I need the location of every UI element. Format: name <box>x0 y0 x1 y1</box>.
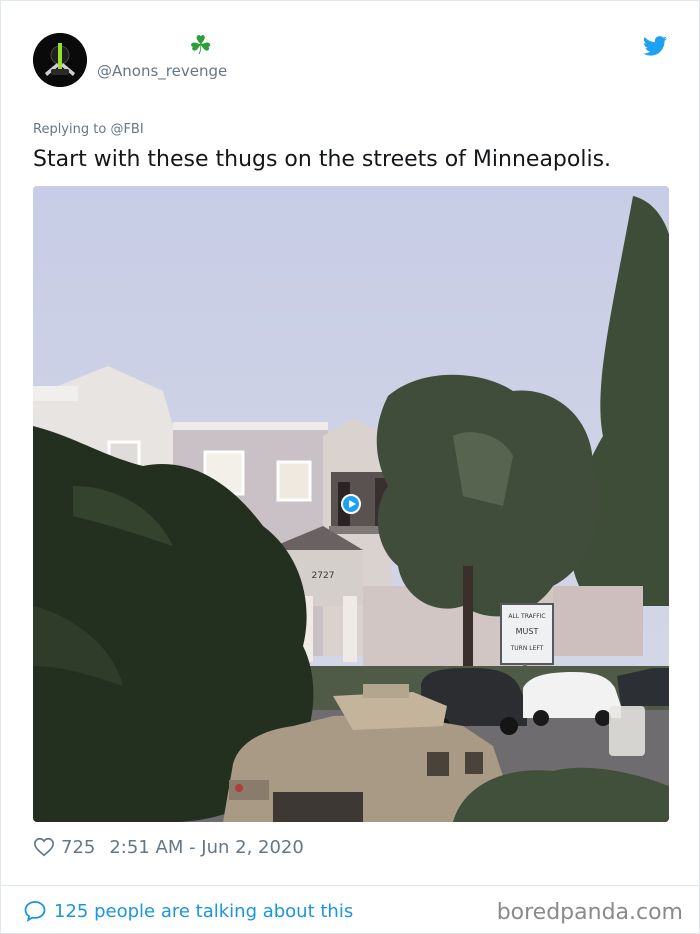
timestamp[interactable]: 2:51 AM - Jun 2, 2020 <box>109 837 303 858</box>
heart-icon[interactable] <box>33 836 55 858</box>
conversation-link[interactable]: 125 people are talking about this <box>23 897 353 925</box>
like-count: 725 <box>61 836 96 858</box>
speech-bubble-icon <box>24 901 46 922</box>
play-icon[interactable] <box>341 494 361 514</box>
display-name[interactable]: ☘ <box>189 31 212 61</box>
watermark: boredpanda.com <box>496 900 683 925</box>
replying-to: Replying to @FBI <box>33 121 144 139</box>
avatar[interactable] <box>33 33 87 87</box>
tweet-text: Start with these thugs on the streets of… <box>33 147 612 172</box>
sign-line-3: TURN LEFT <box>510 645 544 652</box>
video-thumbnail[interactable]: 2727 ALL TRAFFIC MUST TURN LEFT <box>33 186 669 822</box>
tweet-meta: 725 2:51 AM - Jun 2, 2020 <box>33 834 304 860</box>
replying-prefix: Replying to <box>33 122 107 137</box>
tweet-card: ☘ @Anons_revenge Replying to @FBI Start … <box>0 0 700 934</box>
user-handle[interactable]: @Anons_revenge <box>97 61 227 81</box>
building-number: 2727 <box>312 571 335 581</box>
twitter-bird-icon[interactable] <box>643 35 667 57</box>
sign-line-1: ALL TRAFFIC <box>508 613 545 620</box>
sign-line-2: MUST <box>516 627 539 636</box>
replying-mention[interactable]: @FBI <box>110 122 143 137</box>
conversation-text[interactable]: 125 people are talking about this <box>54 901 353 922</box>
divider <box>1 885 700 886</box>
